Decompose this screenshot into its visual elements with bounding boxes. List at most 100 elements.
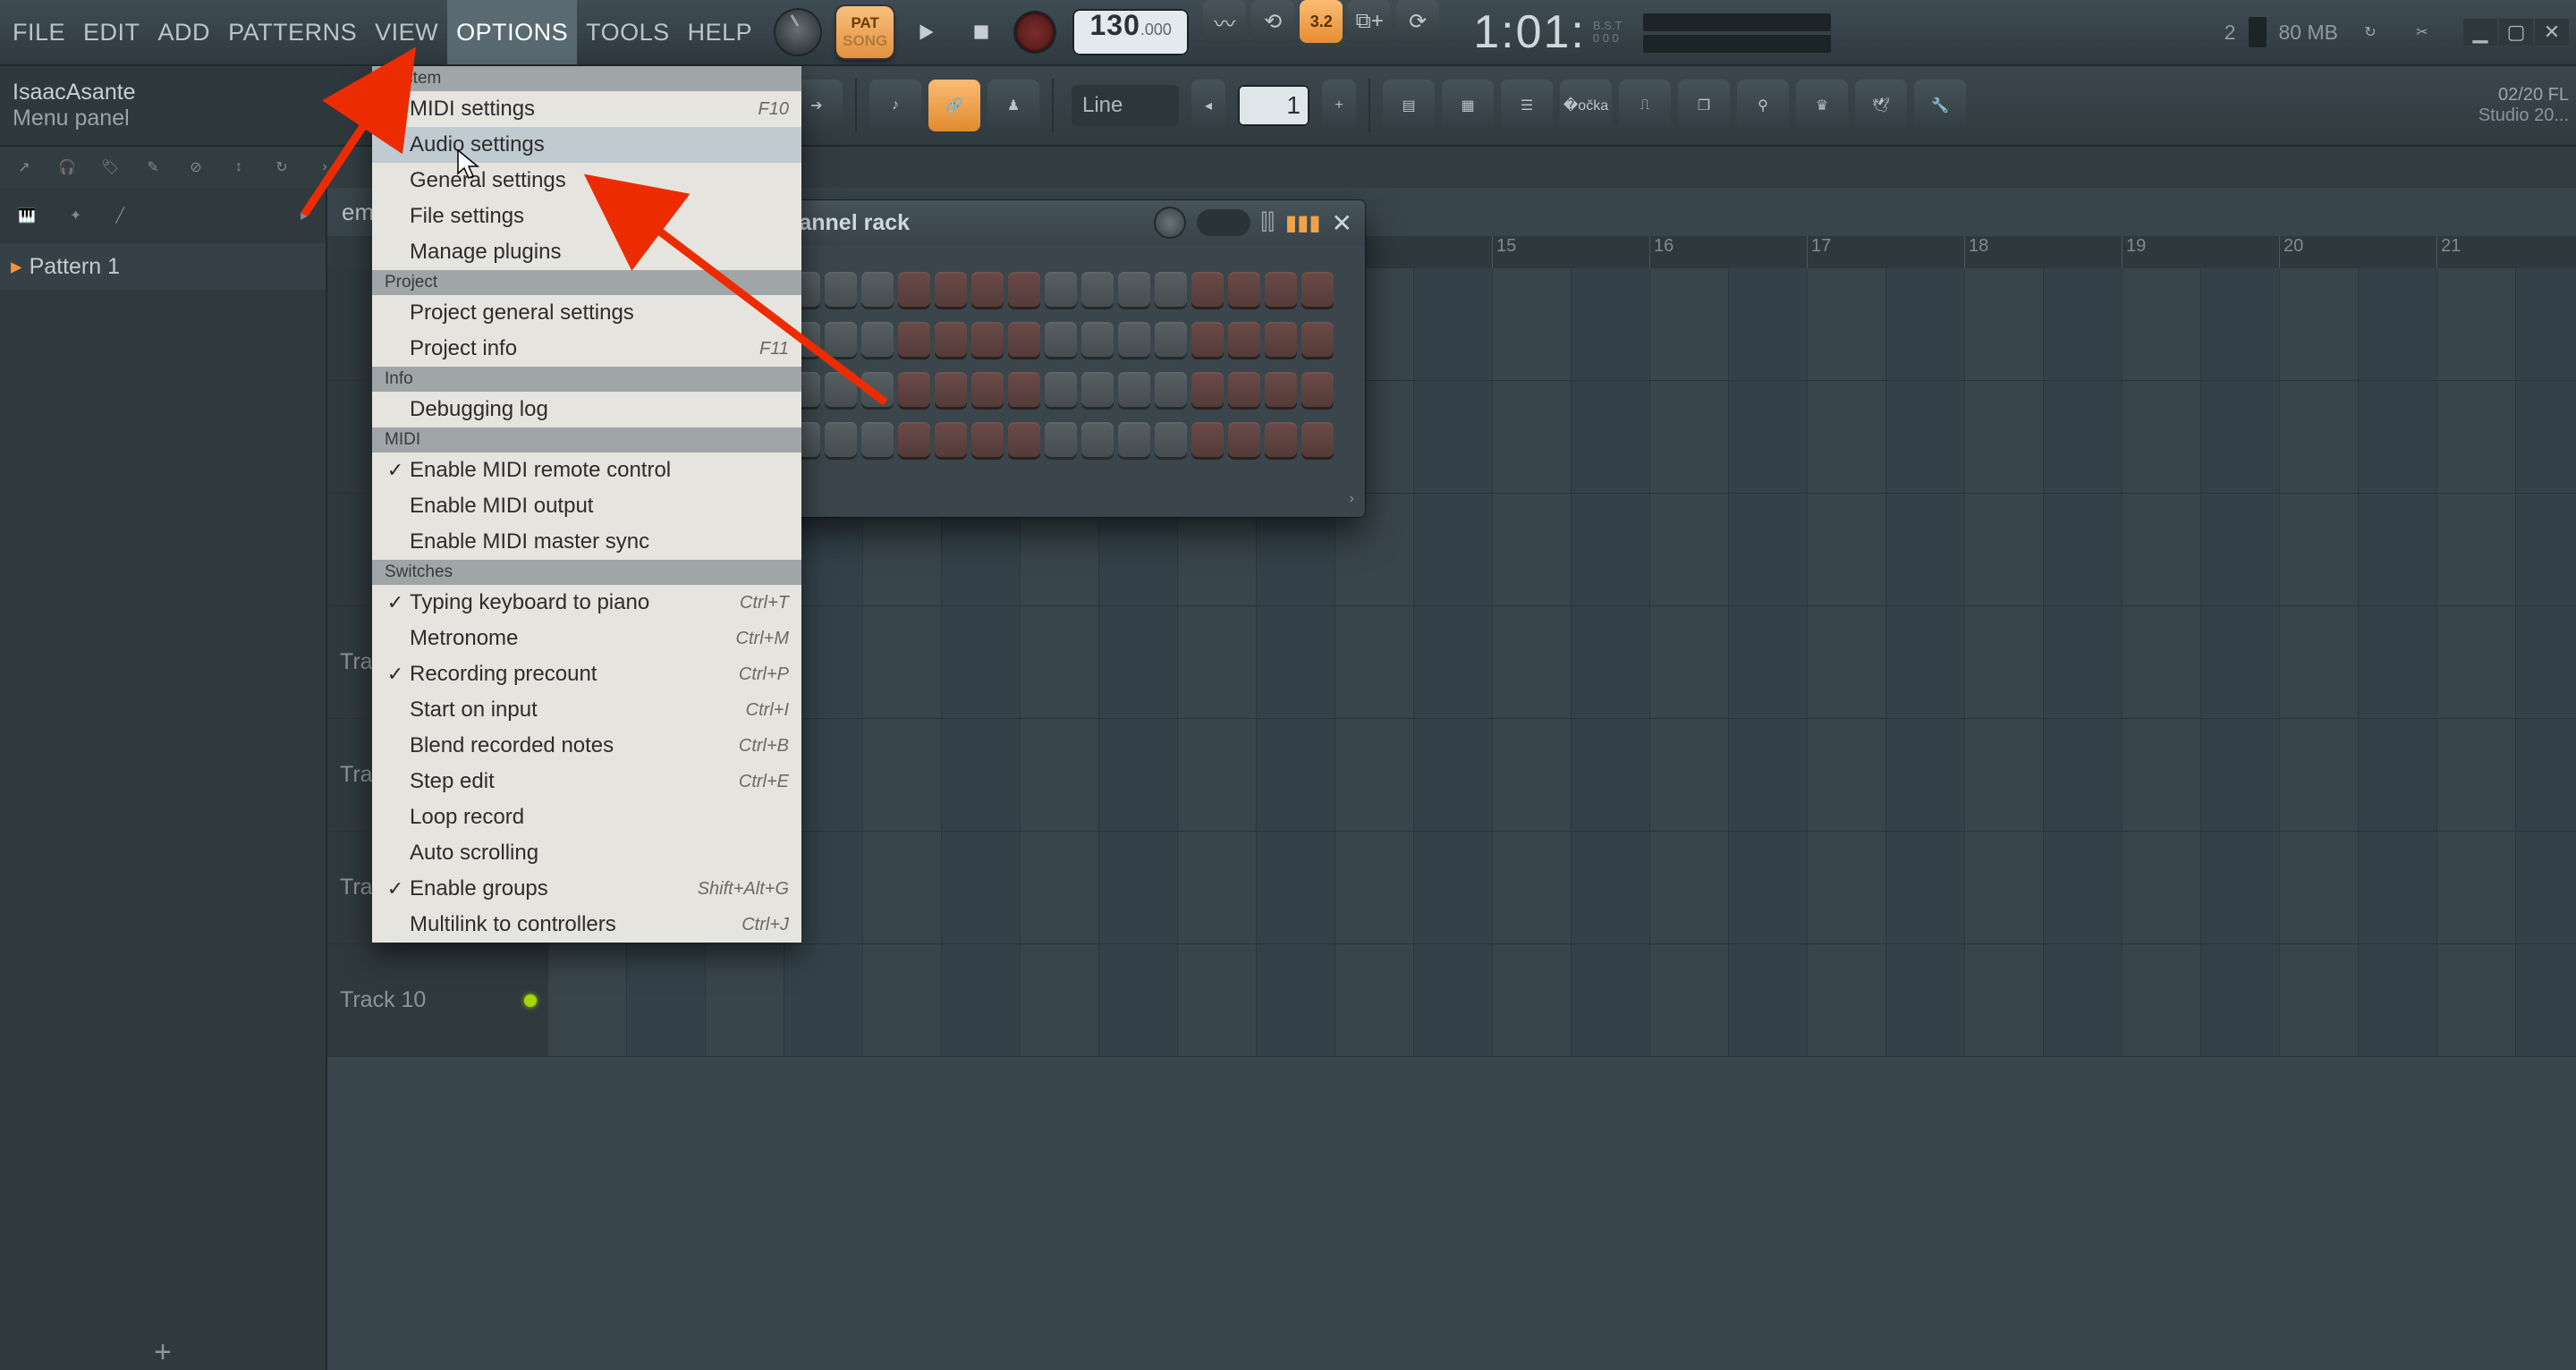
switch-icon[interactable]: ✂ — [2402, 13, 2442, 52]
track-row[interactable]: Track 10 — [327, 944, 2576, 1057]
play-button[interactable] — [904, 11, 947, 54]
menu-item-midi-settings[interactable]: MIDI settingsF10 — [372, 91, 801, 127]
deny-icon[interactable]: ⊘ — [181, 152, 211, 182]
step-cell[interactable] — [1301, 372, 1334, 410]
stop-button[interactable] — [960, 11, 1003, 54]
menu-item-loop-record[interactable]: Loop record — [372, 799, 801, 835]
step-cell[interactable] — [1191, 272, 1224, 309]
step-cell[interactable] — [1265, 272, 1297, 309]
step-cell[interactable] — [1118, 272, 1150, 309]
step-cell[interactable] — [1118, 372, 1150, 410]
step-cell[interactable] — [1008, 422, 1040, 460]
step-cell[interactable] — [935, 422, 967, 460]
undo-history-icon[interactable]: ↻ — [2351, 13, 2390, 52]
track-grid[interactable] — [547, 944, 2576, 1056]
refresh-icon[interactable]: ↻ — [267, 152, 297, 182]
master-volume-knob[interactable] — [774, 8, 822, 56]
rack-swing-knob[interactable] — [1154, 207, 1186, 239]
add-pattern-button[interactable]: + — [0, 1334, 326, 1370]
tool-copy-icon[interactable]: ❐ — [1678, 80, 1730, 131]
rack-steps-icon[interactable]: ▮▮▮ — [1285, 210, 1321, 236]
step-cell[interactable] — [1228, 272, 1260, 309]
step-cell[interactable] — [1045, 372, 1077, 410]
track-grid[interactable] — [547, 832, 2576, 943]
step-cell[interactable] — [1008, 372, 1040, 410]
step-cell[interactable] — [825, 272, 857, 309]
snap-right-button[interactable]: + — [1322, 80, 1356, 131]
menu-item-enable-groups[interactable]: ✓Enable groupsShift+Alt+G — [372, 871, 801, 907]
menu-tools[interactable]: TOOLS — [577, 0, 679, 64]
step-cell[interactable] — [971, 422, 1004, 460]
timecode[interactable]: 1:01: B.S.T0 0 0 — [1461, 0, 1634, 64]
piano-icon[interactable]: 🎹 — [18, 207, 36, 224]
menu-item-manage-plugins[interactable]: Manage plugins — [372, 234, 801, 270]
step-cell[interactable] — [1045, 272, 1077, 309]
mode-wave-icon[interactable]: 〰 — [1203, 0, 1246, 43]
step-cell[interactable] — [825, 322, 857, 359]
pat-song-toggle[interactable]: PAT SONG — [836, 6, 894, 58]
magnet-snap-button[interactable]: ♪ — [869, 80, 921, 131]
snap-left-button[interactable]: ◂ — [1191, 80, 1225, 131]
step-cell[interactable] — [971, 272, 1004, 309]
link-button[interactable]: 🔗 — [928, 80, 980, 131]
track-grid[interactable] — [547, 719, 2576, 831]
step-cell[interactable] — [825, 372, 857, 410]
step-cell[interactable] — [1228, 372, 1260, 410]
step-cell[interactable] — [1081, 272, 1114, 309]
menu-item-blend-recorded-notes[interactable]: Blend recorded notesCtrl+B — [372, 728, 801, 764]
channel-rack-titlebar[interactable]: ▸ Channel rack ⫿⫿ ▮▮▮ ✕ — [739, 200, 1365, 245]
mode-step-icon[interactable]: ⟳ — [1396, 0, 1439, 43]
minimize-button[interactable]: ▁ — [2463, 19, 2497, 46]
menu-item-start-on-input[interactable]: Start on inputCtrl+I — [372, 692, 801, 728]
menu-view[interactable]: VIEW — [366, 0, 447, 64]
step-cell[interactable] — [1155, 322, 1187, 359]
rack-graph-icon[interactable]: ⫿⫿ — [1261, 210, 1275, 235]
tool-plug-icon[interactable]: ⚲ — [1737, 80, 1789, 131]
step-cell[interactable] — [861, 372, 894, 410]
step-cell[interactable] — [971, 322, 1004, 359]
menu-add[interactable]: ADD — [149, 0, 220, 64]
mode-loop-icon[interactable]: ⟲ — [1251, 0, 1294, 43]
brush-icon[interactable]: ✎ — [138, 152, 168, 182]
menu-item-typing-keyboard-to-piano[interactable]: ✓Typing keyboard to pianoCtrl+T — [372, 585, 801, 621]
menu-item-metronome[interactable]: MetronomeCtrl+M — [372, 621, 801, 656]
tool-draw-icon[interactable]: ▤ — [1383, 80, 1435, 131]
menu-item-enable-midi-output[interactable]: Enable MIDI output — [372, 488, 801, 524]
play-icon[interactable]: ▸ — [301, 207, 308, 224]
step-cell[interactable] — [1191, 322, 1224, 359]
menu-item-debugging-log[interactable]: Debugging log — [372, 392, 801, 427]
menu-options[interactable]: OPTIONS — [447, 0, 577, 64]
step-cell[interactable] — [935, 272, 967, 309]
maximize-button[interactable]: ▢ — [2499, 19, 2533, 46]
menu-item-enable-midi-remote-control[interactable]: ✓Enable MIDI remote control — [372, 452, 801, 488]
menu-item-step-edit[interactable]: Step editCtrl+E — [372, 764, 801, 799]
step-cell[interactable] — [1301, 272, 1334, 309]
line-icon[interactable]: ╱ — [115, 207, 124, 224]
step-cell[interactable] — [1045, 422, 1077, 460]
step-cell[interactable] — [1265, 322, 1297, 359]
tool-clips-icon[interactable]: ⎍ — [1619, 80, 1671, 131]
step-cell[interactable] — [1301, 422, 1334, 460]
step-cell[interactable] — [861, 272, 894, 309]
step-cell[interactable] — [898, 272, 930, 309]
menu-item-enable-midi-master-sync[interactable]: Enable MIDI master sync — [372, 524, 801, 560]
mode-overdub-icon[interactable]: ⧉+ — [1348, 0, 1391, 43]
step-cell[interactable] — [1191, 372, 1224, 410]
close-button[interactable]: ✕ — [2535, 19, 2569, 46]
step-cell[interactable] — [935, 322, 967, 359]
step-cell[interactable] — [1228, 422, 1260, 460]
stamp-button[interactable]: ♟ — [987, 80, 1039, 131]
step-cell[interactable] — [1265, 422, 1297, 460]
step-cell[interactable] — [1155, 422, 1187, 460]
tool-crown-icon[interactable]: ♛ — [1796, 80, 1848, 131]
menu-item-multilink-to-controllers[interactable]: Multilink to controllersCtrl+J — [372, 907, 801, 943]
step-cell[interactable] — [1265, 372, 1297, 410]
rack-close-icon[interactable]: ✕ — [1332, 208, 1352, 238]
menu-help[interactable]: HELP — [679, 0, 762, 64]
step-cell[interactable] — [898, 322, 930, 359]
menu-item-audio-settings[interactable]: Audio settings — [372, 127, 801, 163]
step-cell[interactable] — [861, 322, 894, 359]
step-cell[interactable] — [971, 372, 1004, 410]
menu-patterns[interactable]: PATTERNS — [219, 0, 366, 64]
rack-switch[interactable] — [1197, 209, 1250, 236]
